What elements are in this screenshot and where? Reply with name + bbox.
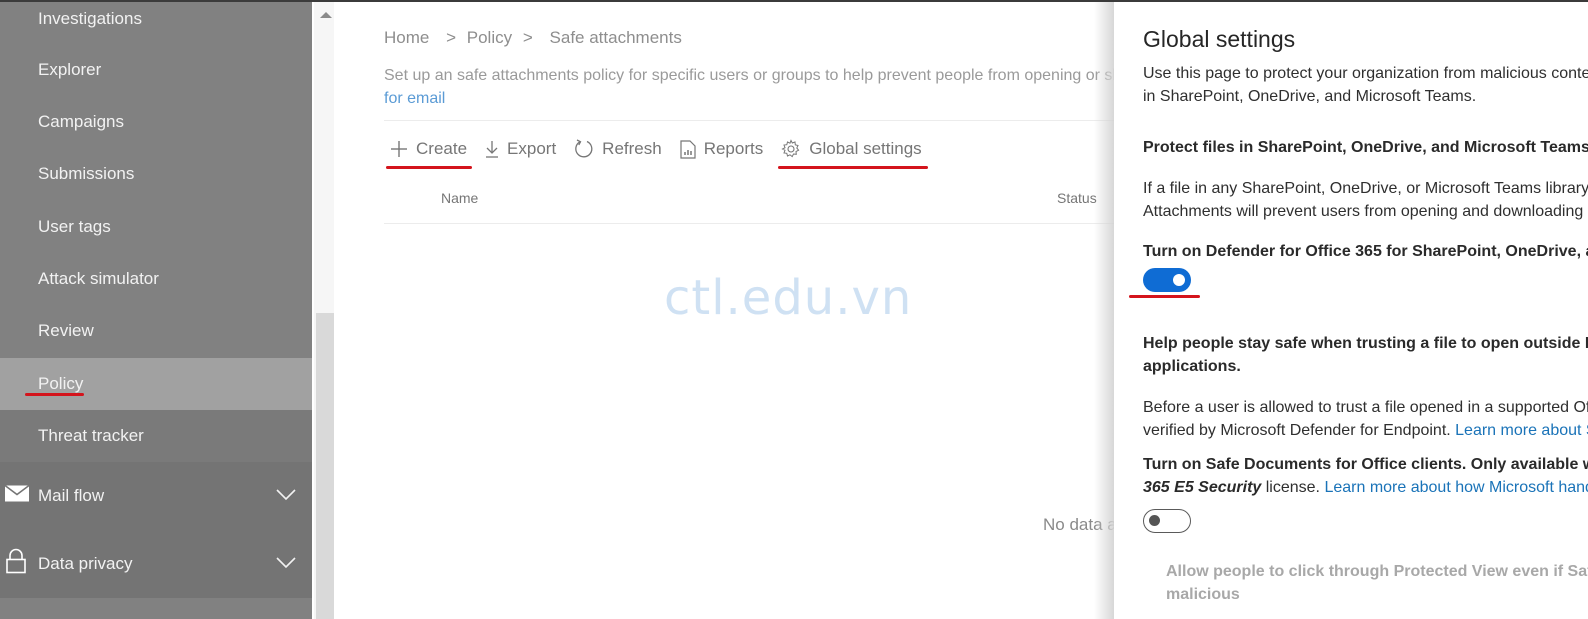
sidebar-item-attack-simulator[interactable]: Attack simulator: [0, 253, 312, 305]
section-title-protect-files: Protect files in SharePoint, OneDrive, a…: [1143, 139, 1588, 156]
description-text: verified by Microsoft Defender for Endpo…: [1143, 422, 1451, 439]
toggle-label-line: Turn on Safe Documents for Office client…: [1143, 456, 1588, 473]
section-description-safe-documents: Before a user is allowed to trust a file…: [1143, 396, 1588, 442]
sidebar-item-review[interactable]: Review: [0, 305, 312, 357]
annotation-underline: [1129, 295, 1200, 298]
safe-documents-toggle[interactable]: [1143, 509, 1191, 533]
sidebar-item-label: Investigations: [38, 9, 142, 28]
sidebar-group-data-privacy[interactable]: Data privacy: [0, 530, 312, 598]
export-button[interactable]: Export: [485, 139, 556, 159]
column-header-name[interactable]: Name: [441, 190, 478, 206]
sidebar-item-user-tags[interactable]: User tags: [0, 201, 312, 253]
download-icon: [486, 141, 499, 158]
section-description-protect-files: If a file in any SharePoint, OneDrive, o…: [1143, 177, 1588, 223]
description-line: Attachments will prevent users from open…: [1143, 203, 1588, 220]
divider: [384, 120, 1144, 121]
toggle-label-line: 365 E5 Security license. Learn more abou…: [1143, 476, 1588, 499]
breadcrumb-separator: >: [446, 28, 457, 47]
sidebar-nav: Investigations Explorer Campaigns Submis…: [0, 2, 312, 619]
gear-icon: [781, 139, 800, 158]
sidebar-group-label: Mail flow: [38, 486, 105, 505]
annotation-underline: [386, 166, 472, 169]
breadcrumb-separator: >: [522, 28, 533, 47]
panel-title: Global settings: [1143, 26, 1296, 52]
sidebar-scrollbar[interactable]: [312, 2, 336, 619]
sidebar-group-label: Data privacy: [38, 554, 133, 573]
description-line: verified by Microsoft Defender for Endpo…: [1143, 419, 1588, 442]
toggle-knob: [1173, 274, 1185, 286]
chevron-down-icon[interactable]: [276, 486, 296, 506]
sidebar-item-label: Attack simulator: [38, 269, 159, 288]
learn-more-safe-documents-link[interactable]: Learn more about Safe Documents: [1455, 422, 1588, 439]
option-label-line: Allow people to click through Protected …: [1166, 563, 1588, 580]
section-title-line: applications.: [1143, 358, 1241, 375]
panel-intro-line: in SharePoint, OneDrive, and Microsoft T…: [1143, 88, 1477, 105]
section-title-safe-documents: Help people stay safe when trusting a fi…: [1143, 332, 1588, 378]
create-button[interactable]: Create: [386, 139, 472, 169]
defender-spo-odb-teams-toggle[interactable]: [1143, 268, 1191, 292]
annotation-underline: [25, 393, 84, 396]
breadcrumb-policy[interactable]: Policy: [467, 28, 512, 48]
main-content: Home > Policy > Safe attachments Set up …: [334, 2, 1174, 619]
export-label: Export: [507, 139, 557, 158]
lock-icon: [4, 548, 28, 580]
sidebar-item-threat-tracker[interactable]: Threat tracker: [0, 410, 312, 462]
description-line: If a file in any SharePoint, OneDrive, o…: [1143, 180, 1588, 197]
panel-shadow: [1094, 2, 1114, 619]
global-settings-label: Global settings: [809, 139, 922, 158]
sidebar-item-label: Threat tracker: [38, 426, 144, 445]
toggle-label-text: Turn on Defender for Office 365 for Shar…: [1143, 243, 1588, 260]
sidebar-item-explorer[interactable]: Explorer: [0, 44, 312, 96]
global-settings-button[interactable]: Global settings: [778, 139, 929, 169]
panel-intro-line: Use this page to protect your organizati…: [1143, 65, 1588, 82]
breadcrumb-home[interactable]: Home: [384, 28, 429, 48]
breadcrumb-current: Safe attachments: [549, 28, 682, 47]
annotation-underline: [778, 166, 929, 169]
watermark: ctl.edu.vn: [664, 270, 913, 326]
chevron-down-icon[interactable]: [276, 554, 296, 574]
option-label-line: malicious: [1166, 586, 1240, 603]
scroll-up-arrow-icon[interactable]: [320, 12, 332, 18]
column-header-status[interactable]: Status: [1057, 190, 1097, 206]
section-title-line: Help people stay safe when trusting a fi…: [1143, 335, 1588, 352]
scrollbar-thumb[interactable]: [316, 313, 336, 619]
sidebar-item-policy[interactable]: Policy: [0, 358, 312, 410]
license-name: 365 E5 Security: [1143, 479, 1262, 496]
sidebar-item-label: Review: [38, 321, 94, 340]
global-settings-panel: Global settings Use this page to protect…: [1114, 2, 1588, 619]
panel-intro: Use this page to protect your organizati…: [1143, 62, 1588, 108]
toggle-knob: [1149, 515, 1160, 526]
sidebar-item-label: Explorer: [38, 60, 102, 79]
sidebar-item-label: Campaigns: [38, 112, 124, 131]
page-description: Set up an safe attachments policy for sp…: [384, 64, 1124, 110]
description-text: Set up an safe attachments policy for sp…: [384, 67, 1124, 84]
sidebar-item-submissions[interactable]: Submissions: [0, 148, 312, 200]
refresh-button[interactable]: Refresh: [574, 139, 662, 159]
sidebar-item-label: Policy: [38, 374, 84, 393]
sidebar-item-label: Submissions: [38, 164, 135, 183]
window-top-border: [0, 0, 1588, 2]
table-header-divider: [384, 223, 1144, 224]
toolbar: Create Export Refresh Reports Global set…: [386, 134, 940, 169]
sidebar-group-mail-flow[interactable]: Mail flow: [0, 462, 312, 530]
description-link[interactable]: for email: [384, 87, 1124, 110]
reports-button[interactable]: Reports: [680, 139, 764, 159]
report-document-icon: [680, 139, 696, 159]
toggle-label-text: license.: [1265, 479, 1320, 496]
learn-more-data-link[interactable]: Learn more about how Microsoft handles y…: [1324, 479, 1588, 496]
refresh-label: Refresh: [602, 139, 662, 158]
create-label: Create: [416, 139, 468, 158]
toggle-label-defender: Turn on Defender for Office 365 for Shar…: [1143, 240, 1588, 263]
sidebar-item-campaigns[interactable]: Campaigns: [0, 96, 312, 148]
sidebar-item-label: User tags: [38, 217, 111, 236]
reports-label: Reports: [703, 139, 764, 158]
plus-icon: [391, 141, 407, 157]
protected-view-click-through-option: Allow people to click through Protected …: [1166, 560, 1588, 606]
breadcrumb: Home > Policy > Safe attachments: [384, 28, 682, 48]
toggle-label-safe-documents: Turn on Safe Documents for Office client…: [1143, 453, 1588, 499]
description-line: Before a user is allowed to trust a file…: [1143, 399, 1588, 416]
sidebar-item-investigations[interactable]: Investigations: [0, 0, 312, 45]
mail-icon: [4, 484, 30, 508]
refresh-icon: [575, 139, 593, 158]
